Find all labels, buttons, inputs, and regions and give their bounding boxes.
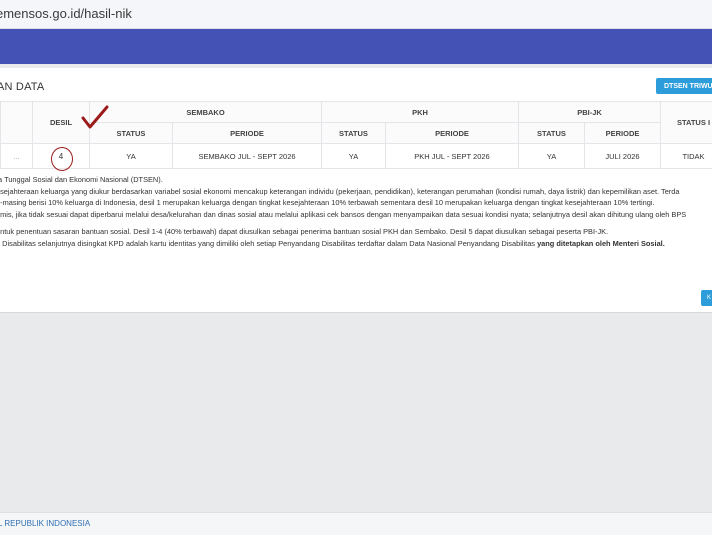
note-emphasis: yang ditetapkan oleh Menteri Sosial. [537,239,665,248]
footer: L REPUBLIK INDONESIA [0,512,712,535]
footer-link[interactable]: L REPUBLIK INDONESIA [0,519,90,528]
header-pbi-jk: PBI-JK [519,102,661,123]
notes-section: ta Tunggal Sosial dan Ekonomi Nasional (… [0,174,686,250]
dtsen-triwulan-button[interactable]: DTSEN TRIWULA [656,78,712,94]
note-line: esejahteraan keluarga yang diukur berdas… [0,186,686,198]
cell-pbi-periode: JULI 2026 [585,144,661,169]
cell-sembako-periode: SEMBAKO JUL - SEPT 2026 [173,144,322,169]
header-pkh: PKH [322,102,519,123]
note-text: g Disabilitas selanjutnya disingkat KPD … [0,239,537,248]
header-pbi-status: STATUS [519,123,585,144]
header-status-last: STATUS I [661,102,712,144]
header-pkh-periode: PERIODE [386,123,519,144]
header-sembako: SEMBAKO [90,102,322,123]
cell-status-last: TIDAK [661,144,712,169]
annotation-circle [51,147,73,171]
cell-pkh-status: YA [322,144,386,169]
note-line: ta Tunggal Sosial dan Ekonomi Nasional (… [0,174,686,186]
card-title: AN DATA [0,81,44,93]
note-line: amis, jika tidak sesuai dapat diperbarui… [0,209,686,221]
cell-lead: ... [1,144,33,169]
browser-address-bar[interactable]: emensos.go.id/hasil-nik [0,0,712,29]
header-pkh-status: STATUS [322,123,386,144]
top-navbar [0,29,712,64]
blank-header [1,102,33,144]
action-button[interactable]: K [701,290,712,306]
cell-pbi-status: YA [519,144,585,169]
note-line: g-masing berisi 10% keluarga di Indonesi… [0,197,686,209]
annotation-checkmark-icon [80,103,110,133]
header-pbi-periode: PERIODE [585,123,661,144]
cell-sembako-status: YA [90,144,173,169]
url-text[interactable]: emensos.go.id/hasil-nik [0,6,132,21]
cell-pkh-periode: PKH JUL - SEPT 2026 [386,144,519,169]
header-sembako-periode: PERIODE [173,123,322,144]
table-row: ... 4 YA SEMBAKO JUL - SEPT 2026 YA PKH … [1,144,712,169]
note-line: untuk penentuan sasaran bantuan sosial. … [0,226,686,238]
note-line: g Disabilitas selanjutnya disingkat KPD … [0,238,686,250]
